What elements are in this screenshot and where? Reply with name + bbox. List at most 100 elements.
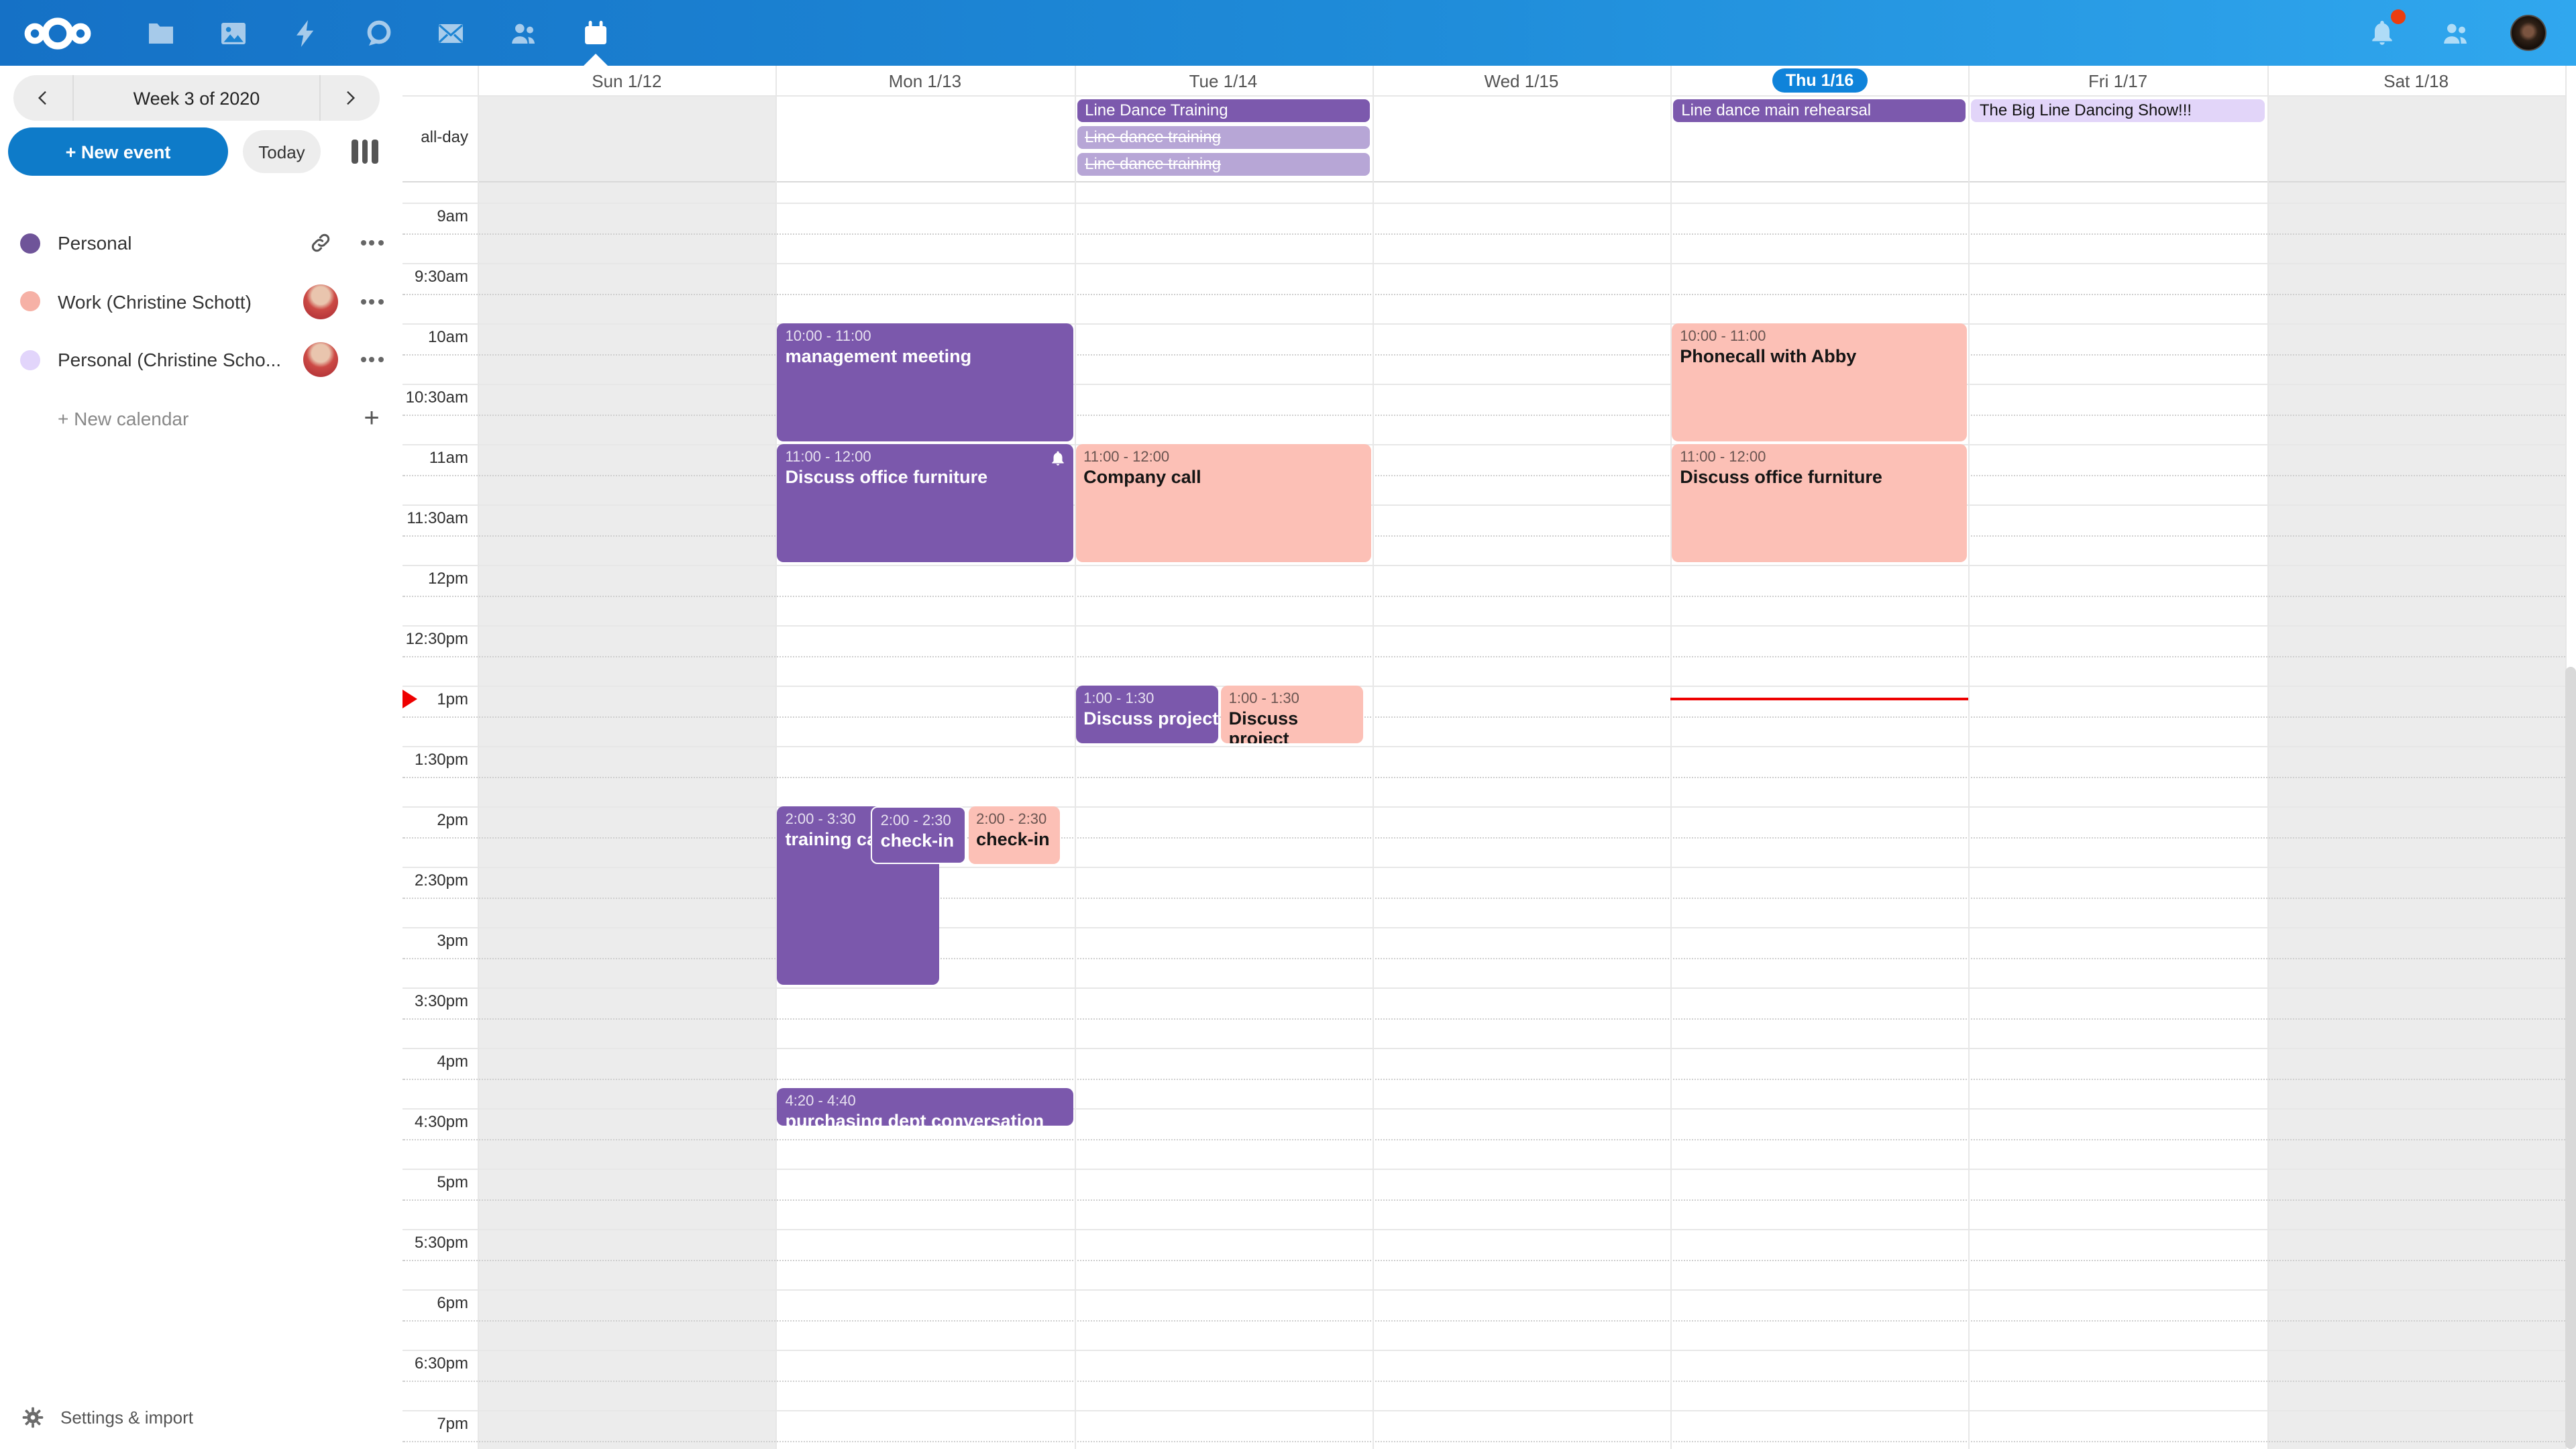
hour-gridline bbox=[402, 1410, 2565, 1411]
time-axis-label: 10am bbox=[0, 327, 472, 346]
hour-gridline bbox=[402, 1350, 2565, 1351]
hour-gridline bbox=[402, 1048, 2565, 1049]
contacts-icon[interactable] bbox=[504, 14, 542, 52]
half-hour-gridline bbox=[402, 595, 2565, 596]
calendar-event[interactable]: 1:00 - 1:30Discuss project announcement bbox=[1075, 686, 1218, 743]
calendar-icon[interactable] bbox=[577, 14, 614, 52]
active-app-marker bbox=[584, 53, 608, 65]
files-icon[interactable] bbox=[142, 14, 180, 52]
half-hour-gridline bbox=[402, 293, 2565, 294]
allday-event[interactable]: Line dance main rehearsal bbox=[1673, 99, 1966, 122]
header-separator bbox=[402, 95, 2565, 97]
scrollbar-thumb[interactable] bbox=[2565, 667, 2576, 1449]
time-axis-label: 1:30pm bbox=[0, 750, 472, 769]
calendar-event[interactable]: 11:00 - 12:00Discuss office furniture bbox=[777, 444, 1073, 562]
calendar-menu-ellipsis-icon[interactable] bbox=[341, 299, 402, 304]
hour-gridline bbox=[402, 263, 2565, 264]
allday-event[interactable]: The Big Line Dancing Show!!! bbox=[1972, 99, 2265, 122]
day-header[interactable]: Wed 1/15 bbox=[1373, 66, 1671, 95]
notification-badge bbox=[2391, 9, 2406, 23]
plus-icon[interactable]: + bbox=[341, 403, 402, 434]
talk-icon[interactable] bbox=[360, 14, 397, 52]
day-header[interactable]: Fri 1/17 bbox=[1969, 66, 2267, 95]
time-axis-label: 3pm bbox=[0, 931, 472, 950]
event-time: 1:00 - 1:30 bbox=[1229, 690, 1356, 708]
calendar-event[interactable]: 11:00 - 12:00Company call bbox=[1075, 444, 1371, 562]
day-header[interactable]: Thu 1/16 bbox=[1670, 66, 1969, 95]
half-hour-gridline bbox=[402, 716, 2565, 717]
day-header[interactable]: Mon 1/13 bbox=[776, 66, 1075, 95]
day-header[interactable]: Tue 1/14 bbox=[1074, 66, 1373, 95]
topbar-app-menu bbox=[0, 0, 614, 66]
calendar-name: Work (Christine Schott) bbox=[58, 290, 301, 312]
half-hour-gridline bbox=[402, 1138, 2565, 1140]
allday-label: all-day bbox=[0, 127, 472, 146]
calendar-owner-avatar bbox=[301, 284, 341, 319]
half-hour-gridline bbox=[402, 354, 2565, 355]
event-title: Company call bbox=[1083, 467, 1363, 488]
half-hour-gridline bbox=[402, 1259, 2565, 1260]
day-header[interactable]: Sat 1/18 bbox=[2267, 66, 2565, 95]
calendar-menu-ellipsis-icon[interactable] bbox=[341, 357, 402, 362]
topbar-right bbox=[2363, 14, 2576, 52]
allday-event[interactable]: Line Dance Training bbox=[1077, 99, 1370, 122]
hour-gridline bbox=[402, 927, 2565, 928]
day-header[interactable]: Sun 1/12 bbox=[478, 66, 776, 95]
column-border bbox=[776, 66, 777, 1449]
notifications-bell-icon[interactable] bbox=[2363, 14, 2400, 52]
next-week-button[interactable] bbox=[321, 75, 380, 121]
user-avatar[interactable] bbox=[2510, 15, 2546, 51]
time-axis-label: 7pm bbox=[0, 1414, 472, 1433]
half-hour-gridline bbox=[402, 1380, 2565, 1381]
column-border bbox=[478, 66, 479, 1449]
activity-icon[interactable] bbox=[287, 14, 325, 52]
calendar-menu-ellipsis-icon[interactable] bbox=[341, 240, 402, 246]
allday-event[interactable]: Line dance training bbox=[1077, 153, 1370, 176]
topbar bbox=[0, 0, 2576, 66]
column-border bbox=[1074, 66, 1075, 1449]
calendar-event[interactable]: 10:00 - 11:00management meeting bbox=[777, 323, 1073, 441]
calendar-color-dot bbox=[20, 233, 40, 253]
half-hour-gridline bbox=[402, 535, 2565, 536]
hour-gridline bbox=[402, 987, 2565, 989]
weekend-column-shading bbox=[478, 95, 776, 1449]
hour-gridline bbox=[402, 1289, 2565, 1291]
hour-gridline bbox=[402, 806, 2565, 808]
event-time: 10:00 - 11:00 bbox=[1680, 327, 1960, 346]
previous-week-button[interactable] bbox=[13, 75, 72, 121]
hour-gridline bbox=[402, 625, 2565, 627]
calendar-event[interactable]: 2:00 - 2:30check-in bbox=[871, 806, 965, 864]
avatar bbox=[303, 284, 338, 319]
mail-icon[interactable] bbox=[432, 14, 470, 52]
calendar-event[interactable]: 4:20 - 4:40purchasing dept conversation bbox=[777, 1088, 1073, 1126]
calendar-event[interactable]: 1:00 - 1:30Discuss project announcement bbox=[1221, 686, 1364, 743]
column-border bbox=[2267, 66, 2268, 1449]
half-hour-gridline bbox=[402, 897, 2565, 898]
hour-gridline bbox=[402, 565, 2565, 566]
half-hour-gridline bbox=[402, 957, 2565, 959]
time-axis-label: 6pm bbox=[0, 1293, 472, 1312]
event-time: 2:00 - 2:30 bbox=[881, 812, 956, 830]
time-axis-label: 9:30am bbox=[0, 267, 472, 286]
contacts-menu-icon[interactable] bbox=[2436, 14, 2474, 52]
week-label[interactable]: Week 3 of 2020 bbox=[72, 75, 321, 121]
hour-gridline bbox=[402, 504, 2565, 506]
half-hour-gridline bbox=[402, 655, 2565, 657]
calendar-event[interactable]: 11:00 - 12:00Discuss office furniture bbox=[1672, 444, 1968, 562]
calendar-event[interactable]: 10:00 - 11:00Phonecall with Abby bbox=[1672, 323, 1968, 441]
current-time-line bbox=[1670, 698, 1969, 700]
photos-icon[interactable] bbox=[215, 14, 252, 52]
hour-gridline bbox=[402, 867, 2565, 868]
half-hour-gridline bbox=[402, 1199, 2565, 1200]
calendar-color-dot bbox=[20, 350, 40, 370]
calendar-event[interactable]: 2:00 - 2:30check-in bbox=[968, 806, 1060, 864]
allday-event[interactable]: Line dance training bbox=[1077, 126, 1370, 149]
event-time: 11:00 - 12:00 bbox=[786, 448, 1065, 467]
event-title: Discuss office furniture bbox=[786, 467, 1065, 488]
week-switcher: Week 3 of 2020 bbox=[13, 75, 380, 121]
share-link-icon[interactable] bbox=[301, 231, 341, 255]
hour-gridline bbox=[402, 746, 2565, 747]
event-title: Discuss office furniture bbox=[1680, 467, 1960, 488]
nextcloud-logo[interactable] bbox=[24, 13, 91, 53]
avatar bbox=[303, 342, 338, 377]
